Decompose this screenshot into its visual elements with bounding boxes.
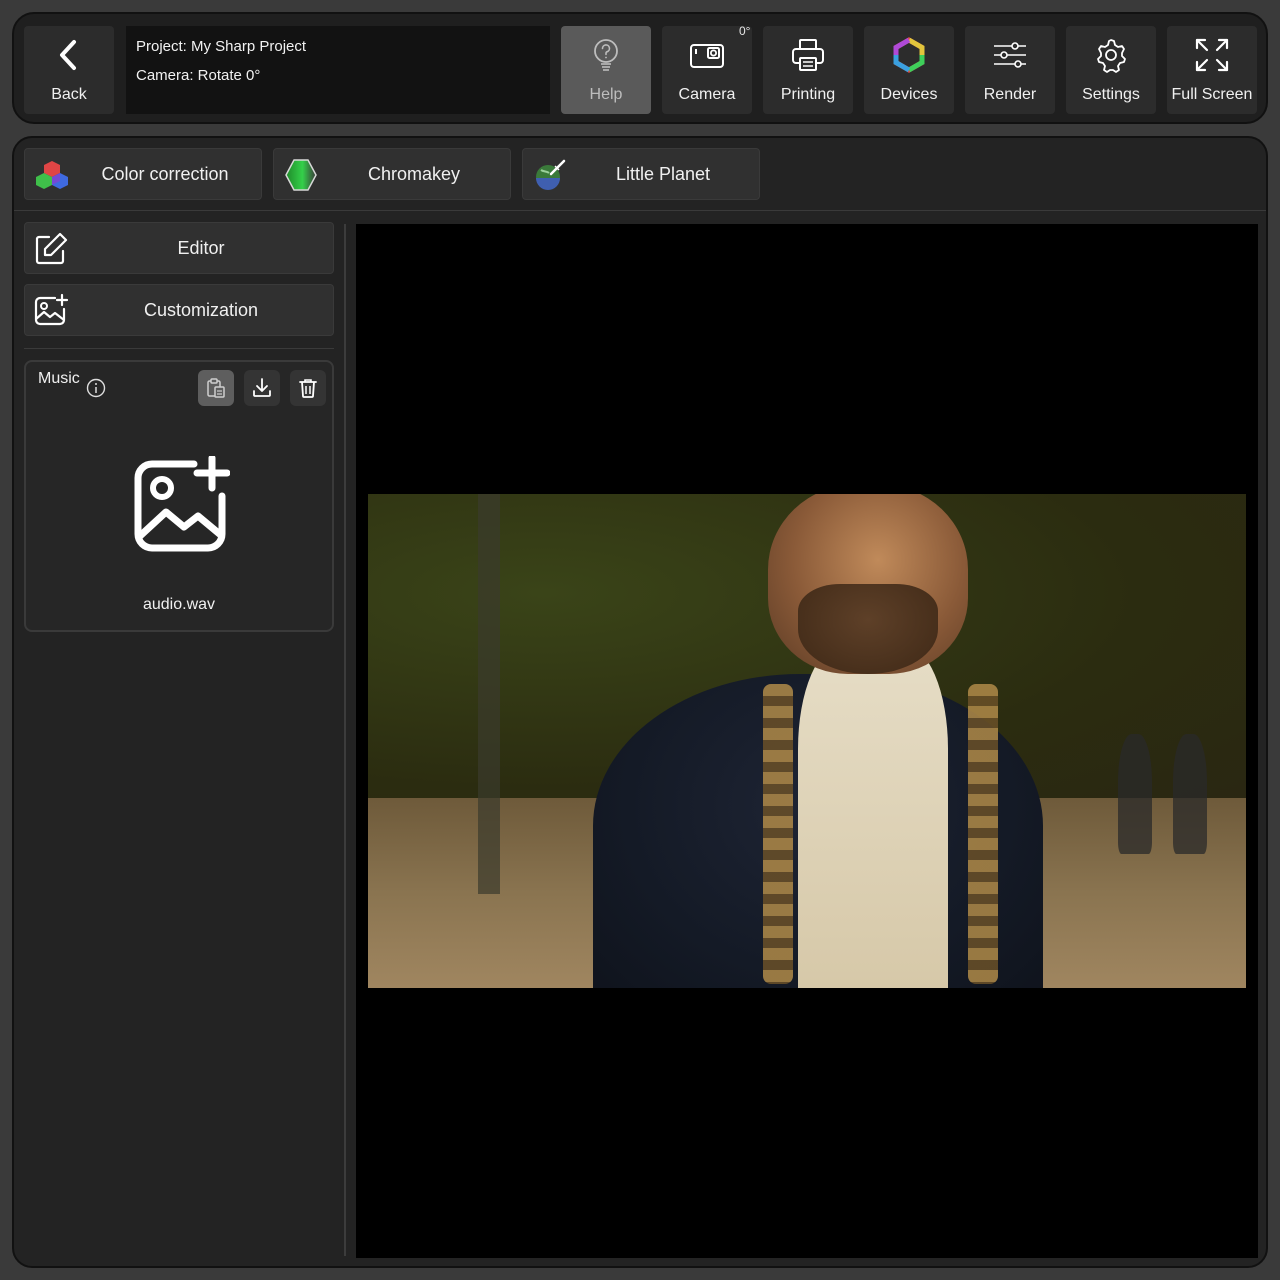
download-icon (253, 378, 271, 397)
music-title: Music (38, 370, 80, 387)
lightbulb-question-icon (594, 39, 618, 71)
little-planet-button[interactable]: Little Planet (522, 148, 760, 200)
customization-button[interactable]: Customization (24, 284, 334, 336)
render-label: Render (983, 86, 1037, 103)
project-info: Project: My Sharp Project Camera: Rotate… (126, 26, 550, 114)
rgb-cubes-icon (36, 161, 68, 189)
music-file-name: audio.wav (142, 596, 216, 613)
top-toolbar: Back Project: My Sharp Project Camera: R… (12, 12, 1268, 124)
help-button[interactable]: Help (561, 26, 651, 114)
printing-button[interactable]: Printing (763, 26, 853, 114)
devices-label: Devices (880, 86, 938, 103)
chevron-left-icon (60, 40, 76, 70)
printer-icon (792, 39, 824, 71)
color-correction-label: Color correction (101, 163, 229, 184)
green-hexagon-icon (285, 159, 317, 191)
trash-icon (299, 379, 317, 398)
back-button[interactable]: Back (24, 26, 114, 114)
edit-pencil-icon (35, 232, 68, 265)
help-label: Help (589, 86, 623, 103)
clipboard-icon (207, 378, 225, 398)
expand-arrows-icon (1195, 38, 1229, 72)
image-add-icon (34, 293, 69, 326)
fullscreen-button[interactable]: Full Screen (1167, 26, 1257, 114)
render-button[interactable]: Render (965, 26, 1055, 114)
chromakey-label: Chromakey (367, 163, 461, 184)
video-preview[interactable] (356, 224, 1258, 1258)
devices-button[interactable]: Devices (864, 26, 954, 114)
editor-label: Editor (177, 237, 225, 258)
main-panel: Color correction Chromakey Little Planet (12, 136, 1268, 1268)
gear-icon (1097, 39, 1126, 73)
project-name: Project: My Sharp Project (136, 38, 307, 55)
panel-divider[interactable] (344, 224, 346, 1256)
hexagon-color-ring-icon (893, 37, 925, 73)
action-camera-icon (690, 44, 724, 68)
camera-rotation: Camera: Rotate 0° (136, 67, 261, 84)
sidebar-divider (24, 348, 334, 349)
music-panel: Music audio.wav (24, 360, 334, 632)
camera-button[interactable]: Camera (662, 26, 752, 114)
planet-brush-icon (536, 159, 566, 190)
delete-button[interactable] (290, 370, 326, 406)
info-icon[interactable] (86, 378, 106, 398)
chromakey-button[interactable]: Chromakey (273, 148, 511, 200)
paste-button[interactable] (198, 370, 234, 406)
camera-label: Camera (678, 86, 736, 103)
little-planet-label: Little Planet (615, 163, 711, 184)
customization-label: Customization (143, 299, 259, 320)
color-correction-button[interactable]: Color correction (24, 148, 262, 200)
back-label: Back (51, 86, 87, 103)
settings-label: Settings (1082, 86, 1140, 103)
effects-divider (14, 210, 1266, 211)
video-frame (368, 494, 1246, 988)
download-button[interactable] (244, 370, 280, 406)
fullscreen-label: Full Screen (1171, 86, 1253, 103)
camera-rotation-badge: 0° (739, 24, 751, 38)
printing-label: Printing (780, 86, 836, 103)
sliders-icon (994, 42, 1026, 68)
add-media-icon[interactable] (130, 456, 230, 556)
settings-button[interactable]: Settings (1066, 26, 1156, 114)
editor-button[interactable]: Editor (24, 222, 334, 274)
